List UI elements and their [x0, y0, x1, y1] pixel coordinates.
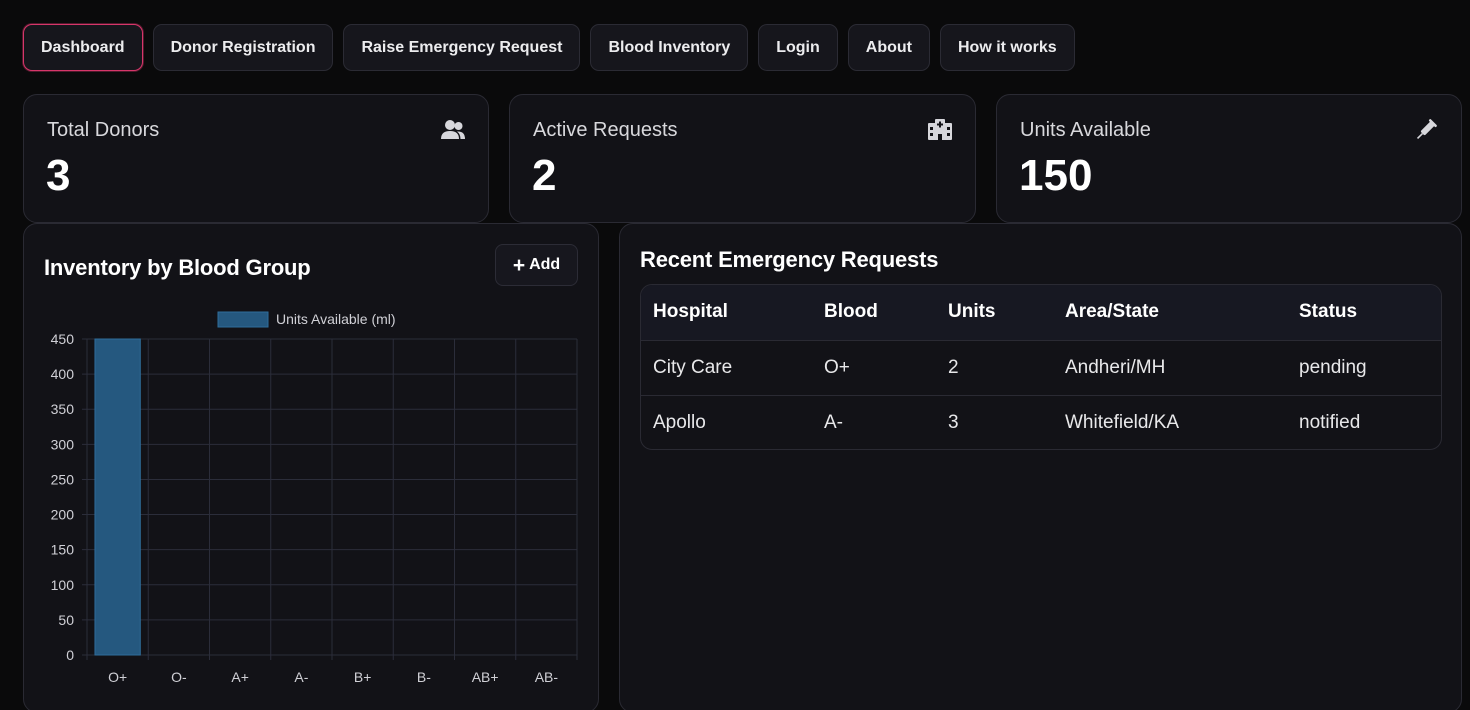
requests-panel: Recent Emergency Requests Hospital Blood… [619, 223, 1462, 710]
stat-value: 3 [46, 151, 71, 200]
stat-card-units-available: Units Available 150 [996, 94, 1462, 223]
legend-swatch [217, 311, 269, 328]
cell-area-state: Andheri/MH [1065, 356, 1166, 378]
bar-O+ [94, 338, 141, 656]
column-header-units: Units [948, 301, 996, 323]
column-header-area-state: Area/State [1065, 301, 1159, 323]
table-row: Apollo A- 3 Whitefield/KA notified [641, 395, 1441, 449]
cell-hospital: City Care [653, 356, 733, 378]
cell-blood: O+ [824, 356, 850, 378]
top-nav: Dashboard Donor Registration Raise Emerg… [23, 24, 1075, 71]
y-tick-label: 350 [51, 401, 75, 417]
stat-label: Units Available [1020, 119, 1151, 141]
column-header-blood: Blood [824, 301, 878, 323]
x-tick-label: B- [417, 669, 431, 685]
column-header-status: Status [1299, 301, 1358, 323]
cell-area-state: Whitefield/KA [1065, 411, 1180, 433]
stat-card-total-donors: Total Donors 3 [23, 94, 489, 223]
cell-status: pending [1299, 356, 1367, 378]
cell-units: 3 [948, 411, 959, 433]
x-tick-label: O+ [108, 669, 127, 685]
syringe-icon [1416, 119, 1437, 140]
cell-blood: A- [824, 411, 843, 433]
x-tick-label: A+ [231, 669, 249, 685]
y-tick-label: 250 [51, 471, 75, 487]
stat-value: 150 [1019, 151, 1093, 200]
nav-about-button[interactable]: About [847, 24, 930, 71]
legend-label: Units Available (ml) [276, 311, 396, 327]
x-tick-label: B+ [354, 669, 372, 685]
cell-status: notified [1299, 411, 1361, 433]
y-tick-label: 400 [51, 366, 75, 382]
y-tick-label: 450 [51, 331, 75, 347]
x-tick-label: AB+ [472, 669, 499, 685]
y-tick-label: 50 [58, 612, 74, 628]
requests-table: Hospital Blood Units Area/State Status C… [640, 284, 1442, 450]
nav-raise-emergency-request-button[interactable]: Raise Emergency Request [343, 24, 581, 71]
y-tick-label: 150 [51, 542, 75, 558]
stat-label: Active Requests [533, 119, 678, 141]
nav-donor-registration-button[interactable]: Donor Registration [152, 24, 334, 71]
stat-value: 2 [532, 151, 557, 200]
y-tick-label: 100 [51, 577, 75, 593]
users-icon [441, 120, 465, 139]
stat-label: Total Donors [47, 119, 160, 141]
y-tick-label: 0 [66, 647, 74, 663]
table-row: City Care O+ 2 Andheri/MH pending [641, 340, 1441, 395]
hospital-icon [928, 119, 952, 140]
stat-card-active-requests: Active Requests 2 [509, 94, 976, 223]
nav-blood-inventory-button[interactable]: Blood Inventory [590, 24, 749, 71]
cell-units: 2 [948, 356, 959, 378]
requests-title: Recent Emergency Requests [640, 247, 939, 272]
column-header-hospital: Hospital [653, 301, 728, 323]
x-tick-label: AB- [535, 669, 559, 685]
nav-how-it-works-button[interactable]: How it works [939, 24, 1075, 71]
inventory-chart: 0 50 100 150 200 250 300 350 400 450 O+ O- A+ A- B+ B- A… [51, 311, 578, 685]
table-header-row: Hospital Blood Units Area/State Status [641, 285, 1441, 340]
nav-login-button[interactable]: Login [758, 24, 838, 71]
inventory-panel: Inventory by Blood Group + Add 0 50 100 150… [23, 223, 599, 710]
y-tick-label: 200 [51, 507, 75, 523]
y-tick-label: 300 [51, 436, 75, 452]
x-tick-label: A- [294, 669, 308, 685]
cell-hospital: Apollo [653, 411, 706, 433]
nav-dashboard-button[interactable]: Dashboard [23, 24, 143, 71]
x-tick-label: O- [171, 669, 187, 685]
